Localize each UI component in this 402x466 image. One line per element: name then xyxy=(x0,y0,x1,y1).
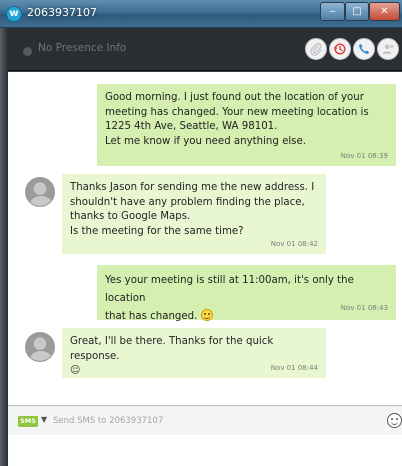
message-bubble-outgoing: Good morning. I just found out the locat… xyxy=(97,84,396,166)
presence-status-icon xyxy=(23,47,32,56)
message-timestamp: Nov 01 08:43 xyxy=(340,304,388,312)
sms-mode-badge[interactable]: SMS xyxy=(18,416,38,427)
composer-text-area[interactable] xyxy=(8,435,402,466)
close-button[interactable]: ✕ xyxy=(369,2,400,21)
smiley-emoticon-icon: ☺ xyxy=(70,365,81,376)
composer-bar: SMS ▼ xyxy=(8,405,402,435)
smiley-emoji-icon xyxy=(200,309,213,321)
add-contact-icon[interactable] xyxy=(377,38,399,60)
message-bubble-incoming: Thanks Jason for sending me the new addr… xyxy=(62,174,326,254)
mode-dropdown-caret-icon[interactable]: ▼ xyxy=(41,415,47,424)
minimize-button[interactable]: ‒ xyxy=(320,2,345,21)
contact-avatar xyxy=(25,177,55,207)
maximize-button[interactable]: □ xyxy=(345,2,369,21)
message-bubble-outgoing: Yes your meeting is still at 11:00am, it… xyxy=(97,265,396,322)
message-text: Yes your meeting is still at 11:00am, it… xyxy=(105,275,354,322)
conversation-area: Good morning. I just found out the locat… xyxy=(8,72,402,405)
message-timestamp: Nov 01 08:39 xyxy=(340,151,388,160)
chat-header: No Presence Info xyxy=(8,28,402,71)
emoji-picker-icon[interactable] xyxy=(387,413,402,428)
presence-text: No Presence Info xyxy=(38,42,127,54)
app-logo-icon: w xyxy=(6,6,22,22)
message-text: Good morning. I just found out the locat… xyxy=(105,92,369,147)
attachment-icon[interactable] xyxy=(305,38,327,60)
window-left-border xyxy=(0,28,8,466)
history-icon[interactable] xyxy=(329,38,351,60)
message-timestamp: Nov 01 08:42 xyxy=(270,239,318,248)
window-titlebar: w 2063937107 ‒ □ ✕ xyxy=(0,0,402,28)
contact-avatar xyxy=(25,332,55,362)
phone-icon[interactable] xyxy=(353,38,375,60)
message-timestamp: Nov 01 08:44 xyxy=(270,363,318,372)
message-input[interactable] xyxy=(53,414,353,428)
message-bubble-incoming: Great, I'll be there. Thanks for the qui… xyxy=(62,328,326,378)
message-text: Thanks Jason for sending me the new addr… xyxy=(70,182,315,237)
window-title: 2063937107 xyxy=(27,6,97,19)
